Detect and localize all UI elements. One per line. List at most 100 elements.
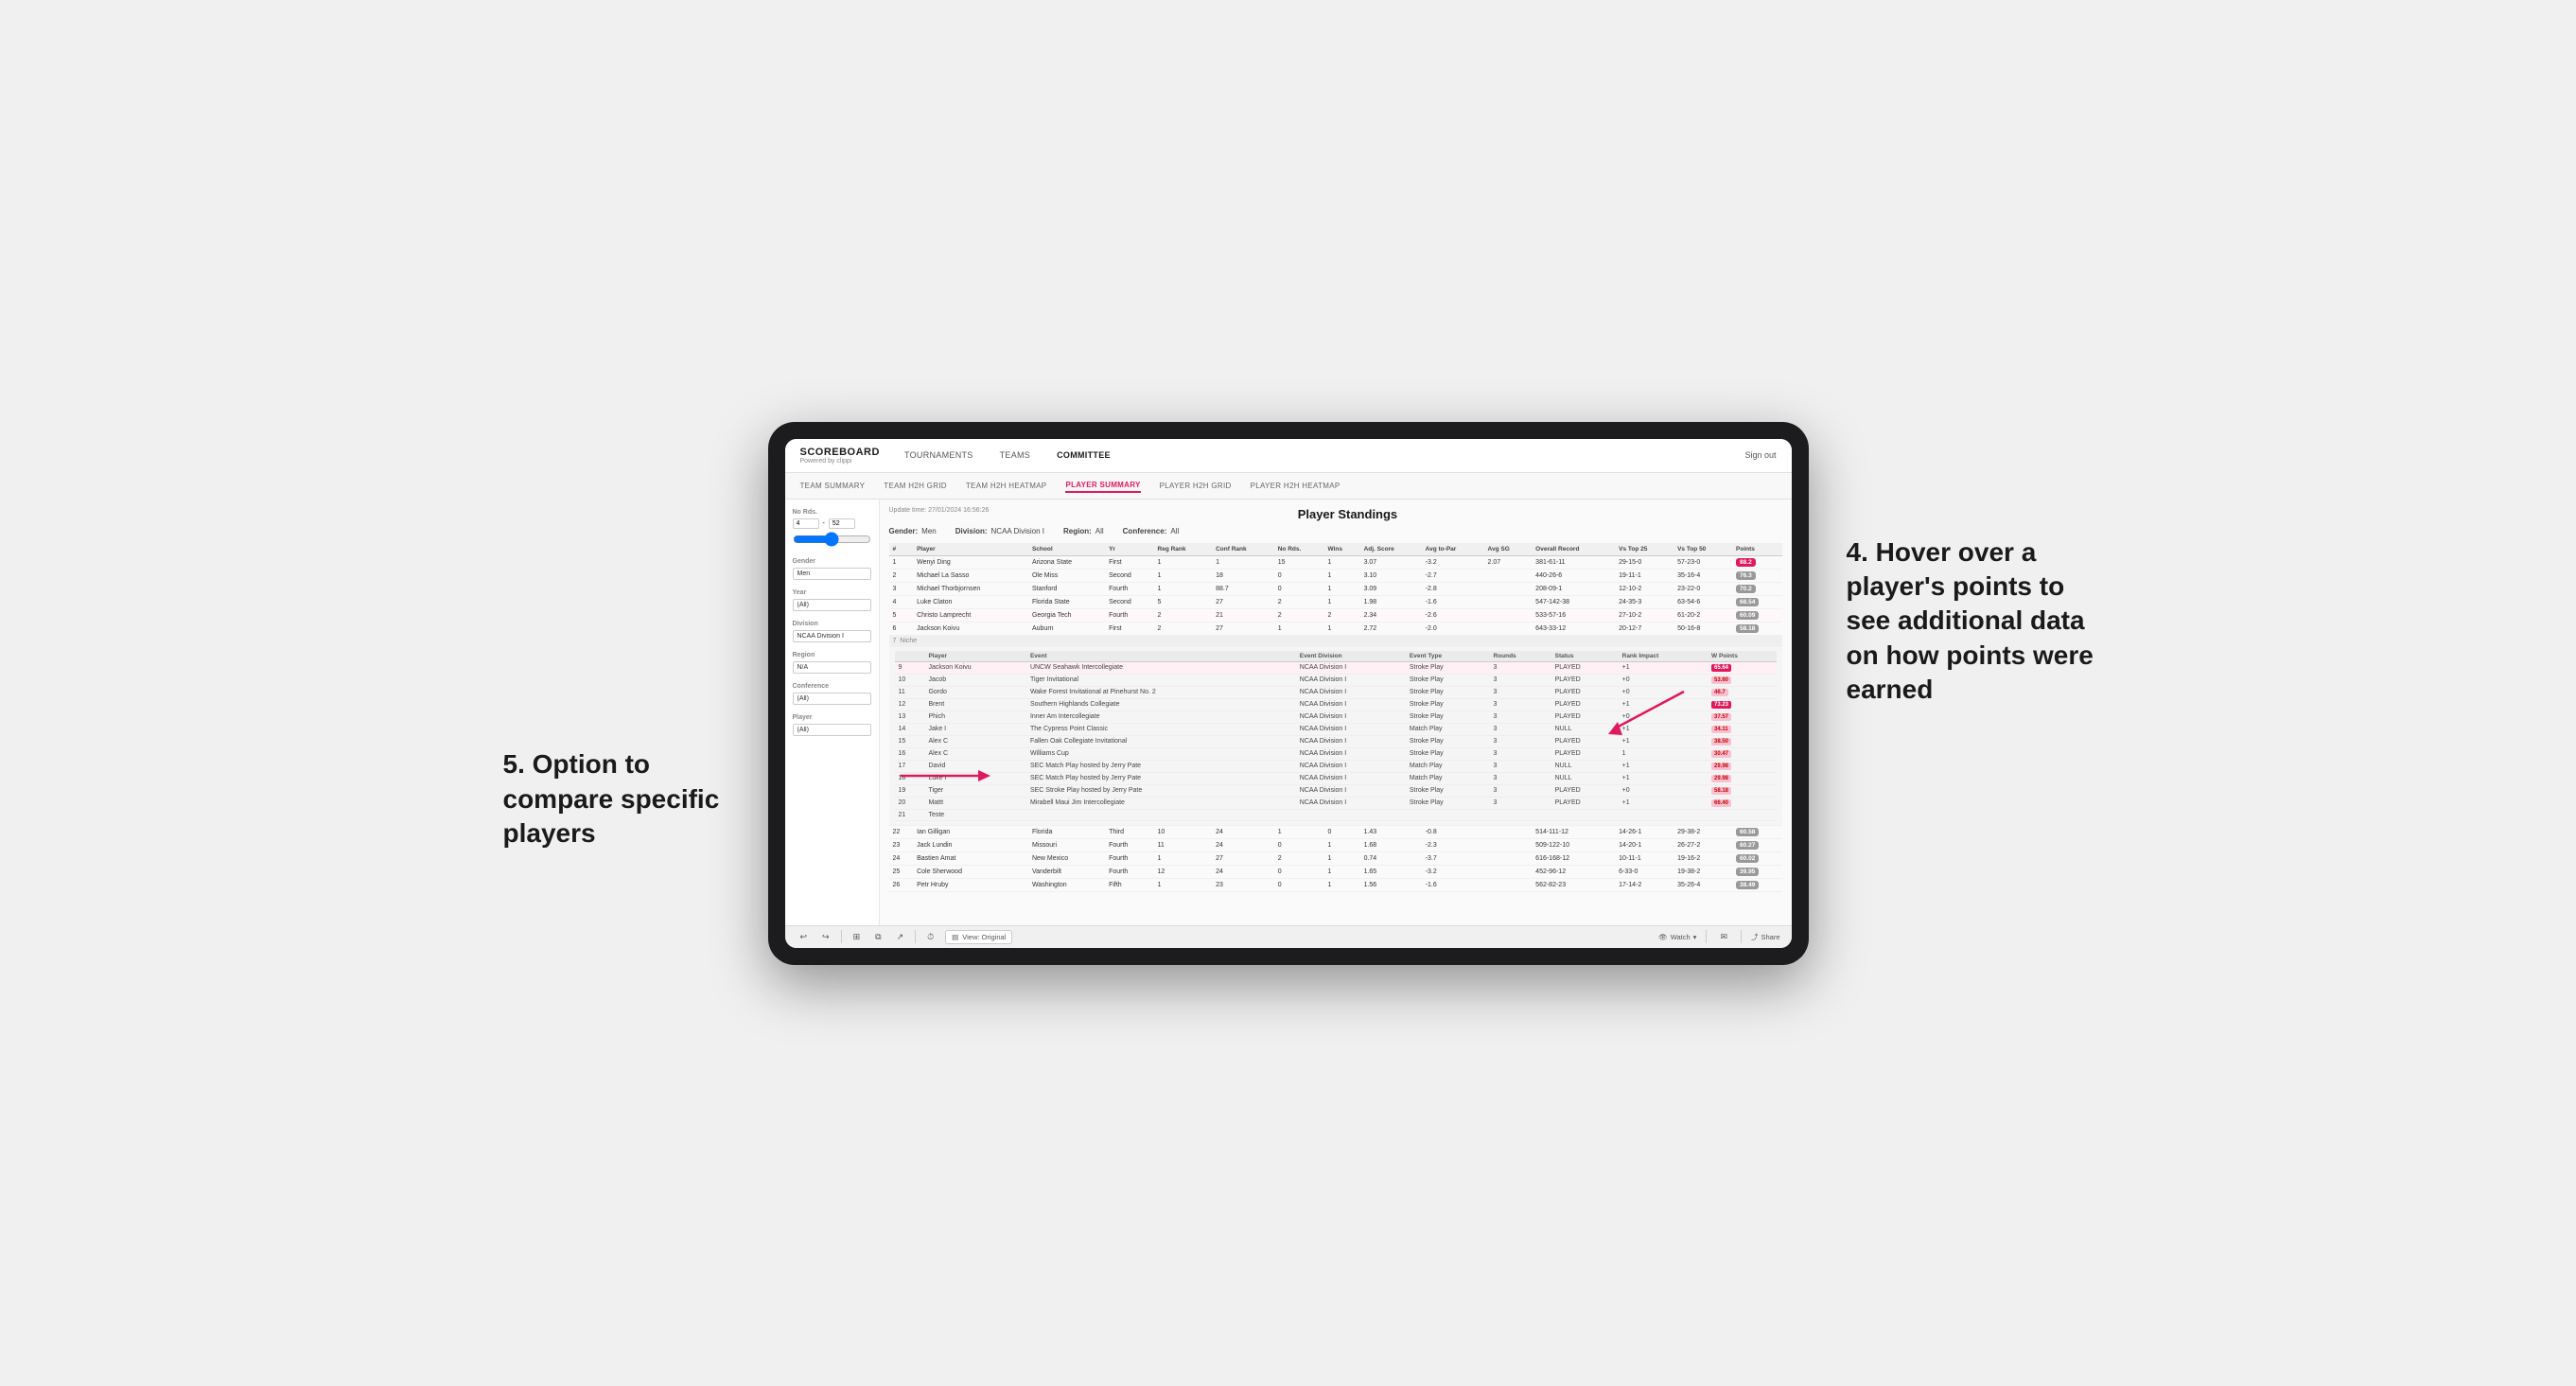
sidebar-player-label: Player bbox=[793, 714, 871, 721]
event-points-light-badge[interactable]: 46.7 bbox=[1711, 689, 1728, 696]
no-rds-max-input[interactable] bbox=[829, 518, 855, 529]
filter-region: Region: All bbox=[1063, 527, 1104, 535]
event-points-light-badge[interactable]: 34.11 bbox=[1711, 726, 1731, 733]
table-row[interactable]: 5 Christo Lamprecht Georgia Tech Fourth … bbox=[889, 608, 1782, 622]
toolbar-view-icon: ▤ bbox=[952, 933, 958, 941]
event-points-badge[interactable]: 65.64 bbox=[1711, 664, 1731, 672]
event-row[interactable]: 19 Tiger SEC Stroke Play hosted by Jerry… bbox=[895, 784, 1777, 797]
event-row[interactable]: 20 Mattt Mirabell Maui Jim Intercollegia… bbox=[895, 797, 1777, 809]
sidebar-player-select[interactable]: (All) bbox=[793, 724, 871, 736]
event-row[interactable]: 9 Jackson Koivu UNCW Seahawk Intercolleg… bbox=[895, 661, 1777, 674]
points-badge-gray[interactable]: 60.09 bbox=[1736, 611, 1759, 620]
table-row[interactable]: 22 Ian Gilligan Florida Third 10 24 1 0 … bbox=[889, 825, 1782, 838]
event-points-light-badge[interactable]: 38.50 bbox=[1711, 738, 1731, 746]
event-points-light-badge[interactable]: 53.60 bbox=[1711, 676, 1731, 684]
table-row[interactable]: 2 Michael La Sasso Ole Miss Second 1 18 … bbox=[889, 569, 1782, 582]
nav-teams[interactable]: TEAMS bbox=[998, 450, 1033, 460]
col-points: Points bbox=[1732, 543, 1781, 556]
event-points-light-badge[interactable]: 58.18 bbox=[1711, 787, 1731, 795]
sidebar-year-select[interactable]: (All) bbox=[793, 599, 871, 611]
event-points-badge[interactable]: 73.23 bbox=[1711, 701, 1731, 709]
outer-wrapper: 4. Hover over a player's points to see a… bbox=[768, 422, 1809, 965]
toolbar-undo[interactable]: ↩ bbox=[797, 930, 812, 944]
top-nav: SCOREBOARD Powered by clippi TOURNAMENTS… bbox=[785, 439, 1792, 473]
table-row[interactable]: 26 Petr Hruby Washington Fifth 1 23 0 1 … bbox=[889, 878, 1782, 891]
event-row[interactable]: 21 Teste bbox=[895, 809, 1777, 820]
sidebar-year: Year (All) bbox=[793, 589, 871, 611]
sidebar: No Rds. - Gender Men bbox=[785, 500, 880, 925]
points-badge-gray[interactable]: 39.95 bbox=[1736, 868, 1759, 876]
col-vs-top50: Vs Top 50 bbox=[1674, 543, 1732, 556]
subnav-team-h2h-heatmap[interactable]: TEAM H2H HEATMAP bbox=[966, 480, 1047, 492]
sidebar-no-rds: No Rds. - bbox=[793, 509, 871, 549]
col-avg-to-par: Avg to-Par bbox=[1422, 543, 1484, 556]
col-reg-rank: Reg Rank bbox=[1154, 543, 1213, 556]
table-row[interactable]: 1 Wenyi Ding Arizona State First 1 1 15 … bbox=[889, 555, 1782, 569]
filter-conference: Conference: All bbox=[1123, 527, 1180, 535]
col-wins: Wins bbox=[1324, 543, 1360, 556]
logo-area: SCOREBOARD Powered by clippi bbox=[800, 447, 880, 465]
event-row[interactable]: 17 David SEC Match Play hosted by Jerry … bbox=[895, 760, 1777, 772]
sign-out-link[interactable]: Sign out bbox=[1744, 450, 1776, 460]
toolbar-copy[interactable]: ⧉ bbox=[871, 930, 885, 944]
sidebar-division-select[interactable]: NCAA Division I bbox=[793, 630, 871, 642]
subnav-player-summary[interactable]: PLAYER SUMMARY bbox=[1065, 479, 1140, 493]
col-no-rds: No Rds. bbox=[1274, 543, 1324, 556]
sidebar-conference: Conference (All) bbox=[793, 683, 871, 705]
logo-title: SCOREBOARD bbox=[800, 447, 880, 458]
points-badge-gray[interactable]: 68.54 bbox=[1736, 598, 1759, 606]
event-points-light-badge[interactable]: 29.98 bbox=[1711, 775, 1731, 782]
table-row[interactable]: 23 Jack Lundin Missouri Fourth 11 24 0 1… bbox=[889, 838, 1782, 851]
toolbar-view-label: View: Original bbox=[962, 933, 1006, 941]
table-row-filler: 7 Niche bbox=[889, 635, 1782, 646]
event-points-light-badge[interactable]: 37.57 bbox=[1711, 713, 1731, 721]
sidebar-gender-label: Gender bbox=[793, 558, 871, 565]
points-badge[interactable]: 88.2 bbox=[1736, 558, 1756, 567]
points-badge-gray[interactable]: 60.58 bbox=[1736, 828, 1759, 836]
nav-committee[interactable]: COMMITTEE bbox=[1055, 450, 1113, 460]
filter-row: Gender: Men Division: NCAA Division I Re… bbox=[889, 527, 1782, 535]
share-icon: ⤴ bbox=[1751, 932, 1759, 942]
points-badge-gray[interactable]: 38.49 bbox=[1736, 881, 1759, 889]
toolbar-divider-4 bbox=[1741, 930, 1742, 943]
points-badge-gray[interactable]: 60.02 bbox=[1736, 854, 1759, 863]
event-row[interactable]: 18 Luke I SEC Match Play hosted by Jerry… bbox=[895, 772, 1777, 784]
subnav-player-h2h-heatmap[interactable]: PLAYER H2H HEATMAP bbox=[1251, 480, 1341, 492]
table-row[interactable]: 25 Cole Sherwood Vanderbilt Fourth 12 24… bbox=[889, 865, 1782, 878]
no-rds-min-input[interactable] bbox=[793, 518, 819, 529]
points-badge-gray[interactable]: 58.18 bbox=[1736, 624, 1759, 633]
sidebar-no-rds-label: No Rds. bbox=[793, 509, 871, 516]
event-points-light-badge[interactable]: 66.40 bbox=[1711, 799, 1731, 807]
table-row[interactable]: 24 Bastien Amat New Mexico Fourth 1 27 2… bbox=[889, 851, 1782, 865]
event-points-light-badge[interactable]: 30.47 bbox=[1711, 750, 1731, 758]
col-player: Player bbox=[913, 543, 1028, 556]
event-row[interactable]: 16 Alex C Williams Cup NCAA Division I S… bbox=[895, 747, 1777, 760]
subnav-team-summary[interactable]: TEAM SUMMARY bbox=[800, 480, 866, 492]
toolbar-feedback[interactable]: ✉ bbox=[1716, 930, 1731, 944]
table-row[interactable]: 6 Jackson Koivu Auburn First 2 27 1 1 2.… bbox=[889, 622, 1782, 635]
points-badge-gray[interactable]: 76.3 bbox=[1736, 571, 1756, 580]
sidebar-region-select[interactable]: N/A bbox=[793, 661, 871, 674]
event-points-light-badge[interactable]: 29.98 bbox=[1711, 763, 1731, 770]
nav-tournaments[interactable]: TOURNAMENTS bbox=[902, 450, 975, 460]
bottom-toolbar: ↩ ↪ ⊞ ⧉ ↗ ⏱ ▤ View: Original 👁 Watch ▾ bbox=[785, 925, 1792, 948]
toolbar-redo[interactable]: ↪ bbox=[818, 930, 833, 944]
toolbar-view-btn[interactable]: ▤ View: Original bbox=[945, 930, 1012, 944]
subnav-player-h2h-grid[interactable]: PLAYER H2H GRID bbox=[1160, 480, 1232, 492]
toolbar-clock[interactable]: ⏱ bbox=[923, 930, 938, 944]
table-row[interactable]: 4 Luke Claton Florida State Second 5 27 … bbox=[889, 595, 1782, 608]
sidebar-gender-select[interactable]: Men bbox=[793, 568, 871, 580]
points-badge-gray[interactable]: 60.27 bbox=[1736, 841, 1759, 850]
toolbar-crop[interactable]: ⊞ bbox=[850, 930, 865, 944]
share-label: Share bbox=[1761, 933, 1779, 941]
sidebar-conference-select[interactable]: (All) bbox=[793, 693, 871, 705]
table-row[interactable]: 3 Michael Thorbjornsen Stanford Fourth 1… bbox=[889, 582, 1782, 595]
no-rds-slider[interactable] bbox=[793, 532, 871, 547]
col-school: School bbox=[1028, 543, 1105, 556]
points-badge-gray[interactable]: 70.2 bbox=[1736, 585, 1756, 593]
toolbar-share-btn[interactable]: ⤴ Share bbox=[1751, 932, 1780, 942]
watch-icon: 👁 bbox=[1658, 933, 1668, 941]
toolbar-watch-btn[interactable]: 👁 Watch ▾ bbox=[1658, 933, 1696, 941]
subnav-team-h2h-grid[interactable]: TEAM H2H GRID bbox=[884, 480, 947, 492]
toolbar-link[interactable]: ↗ bbox=[893, 930, 908, 944]
